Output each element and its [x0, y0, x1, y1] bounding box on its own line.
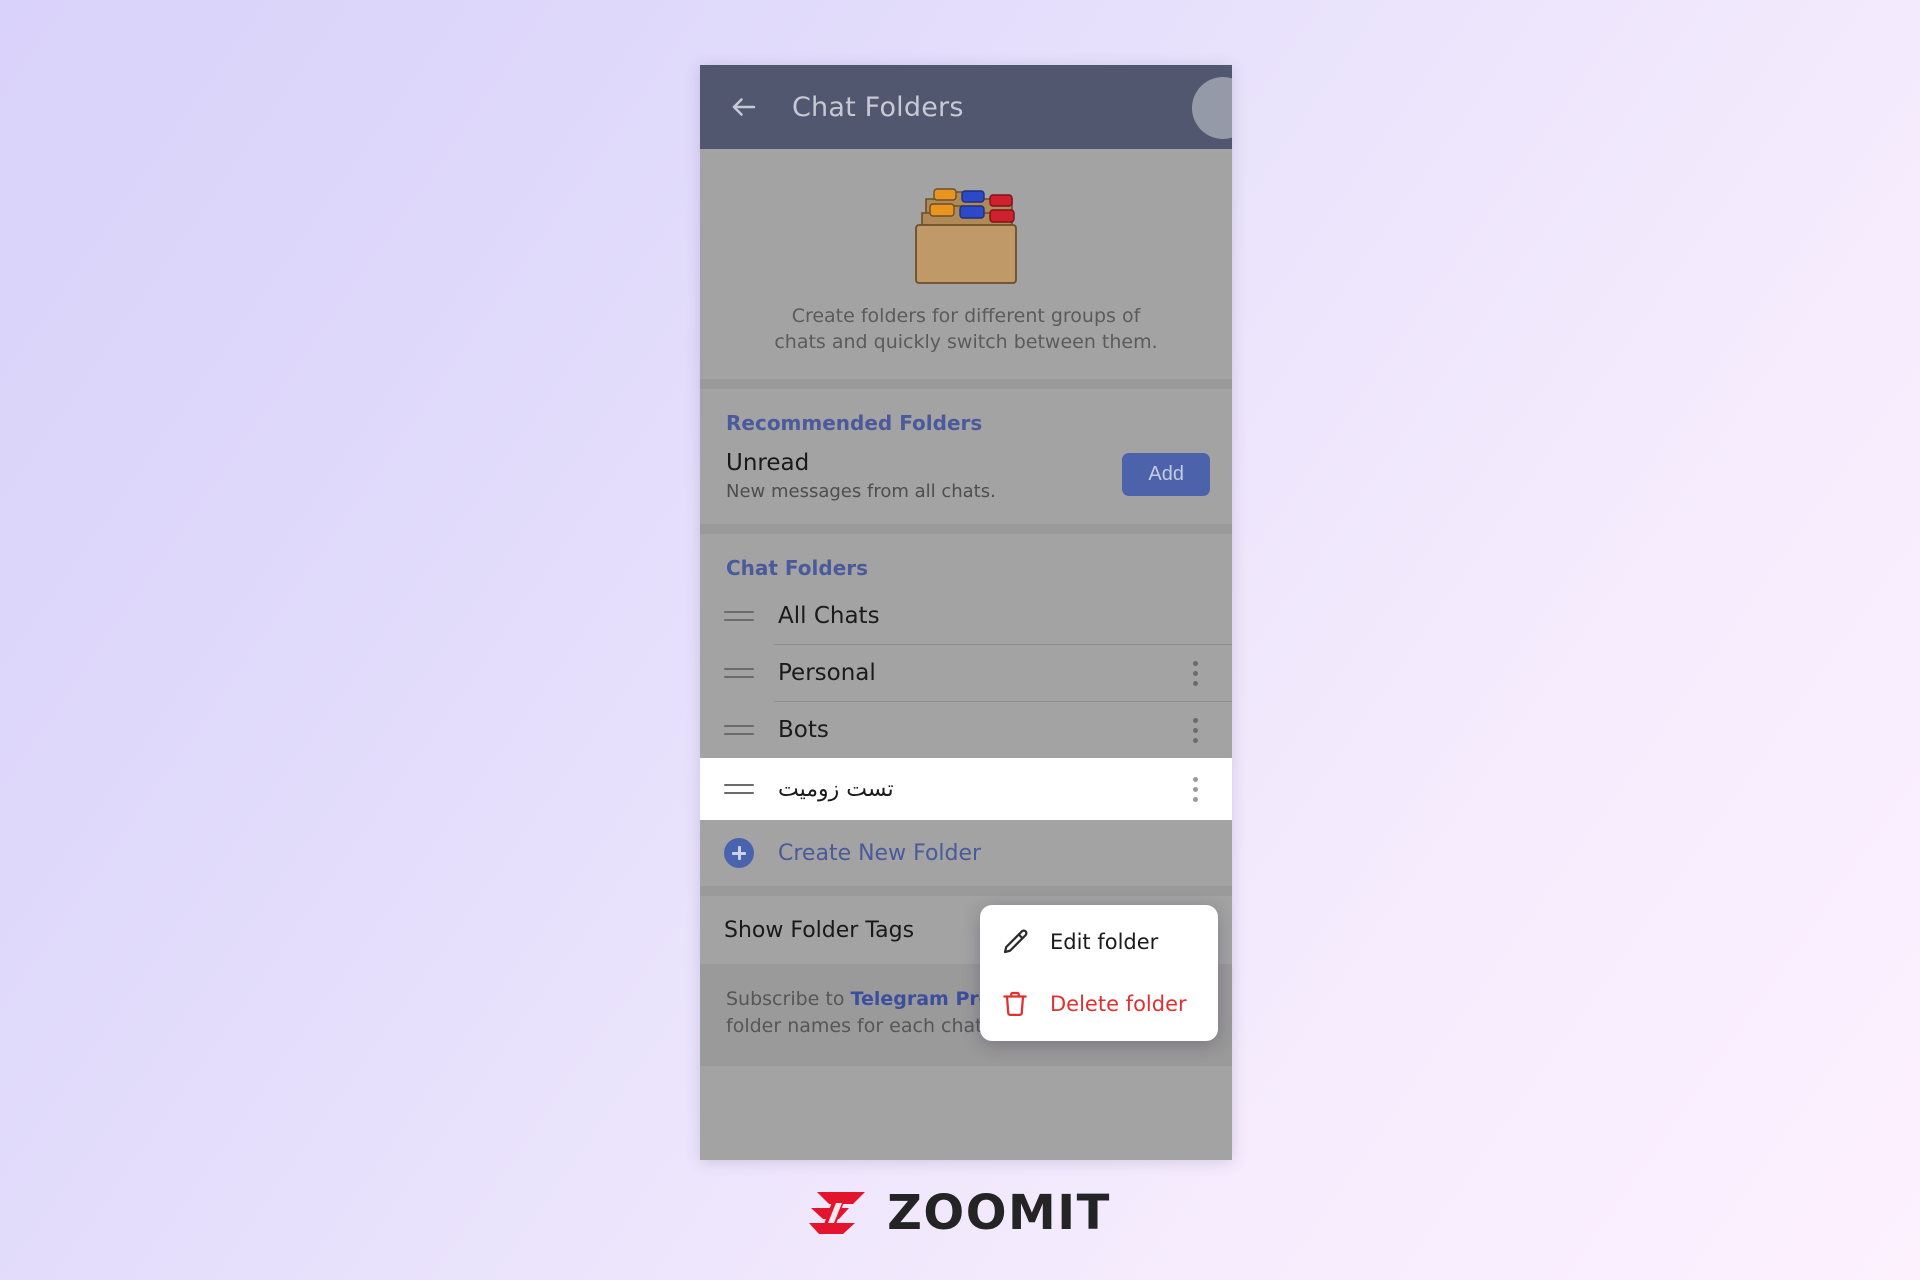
folder-box-illustration [915, 188, 1017, 284]
folder-row-personal[interactable]: Personal [700, 645, 1232, 701]
folder-row-bots[interactable]: Bots [700, 702, 1232, 758]
folder-name: All Chats [778, 603, 880, 629]
recommended-section-title: Recommended Folders [726, 411, 983, 435]
trash-icon [1000, 989, 1030, 1019]
chat-folders-section: Chat Folders All Chats Personal Bots تست… [700, 534, 1232, 886]
drag-handle-icon[interactable] [724, 719, 754, 741]
recommended-folder-name: Unread [726, 450, 810, 476]
folder-name: تست زومیت [778, 776, 894, 802]
hero-section: Create folders for different groups of c… [700, 149, 1232, 379]
section-divider-2 [700, 524, 1232, 534]
arrow-left-icon [732, 98, 756, 116]
add-folder-button[interactable]: Add [1122, 453, 1210, 496]
section-divider-3 [700, 886, 1232, 896]
hero-caption: Create folders for different groups of c… [774, 305, 1158, 353]
chat-folders-section-title: Chat Folders [726, 556, 869, 580]
folder-row-selected[interactable]: تست زومیت [700, 758, 1232, 820]
show-folder-tags-label: Show Folder Tags [724, 917, 915, 943]
drag-handle-icon[interactable] [724, 778, 754, 800]
recommended-folder-row: Unread New messages from all chats. Add [700, 443, 1232, 524]
zoomit-wordmark: ZOOMIT [887, 1185, 1111, 1241]
recommended-texts: Unread New messages from all chats. [726, 447, 1122, 502]
create-new-folder-label: Create New Folder [778, 840, 982, 866]
menu-item-edit-folder[interactable]: Edit folder [980, 911, 1218, 973]
app-bar: Chat Folders [700, 65, 1232, 149]
folder-name: Bots [778, 717, 829, 743]
menu-item-delete-folder[interactable]: Delete folder [980, 973, 1218, 1035]
recommended-folder-subtitle: New messages from all chats. [726, 481, 996, 502]
premium-note-prefix: Subscribe to [726, 988, 851, 1010]
recommended-folders-section: Recommended Folders Unread New messages … [700, 389, 1232, 524]
folder-options-icon[interactable] [1180, 713, 1210, 747]
plus-circle-icon [724, 838, 754, 868]
create-new-folder-row[interactable]: Create New Folder [700, 820, 1232, 886]
zoomit-watermark: ZOOMIT [0, 1185, 1920, 1241]
section-divider [700, 379, 1232, 389]
pencil-icon [1000, 927, 1030, 957]
folder-name: Personal [778, 660, 876, 686]
back-arrow-icon[interactable] [718, 81, 770, 133]
drag-handle-icon[interactable] [724, 605, 754, 627]
appbar-ripple-circle [1192, 77, 1232, 139]
appbar-scrim [700, 65, 1232, 149]
menu-item-label: Delete folder [1050, 992, 1187, 1016]
folder-name-wrapper: تست زومیت [778, 777, 1180, 802]
folder-options-icon-active[interactable] [1180, 772, 1210, 806]
folder-options-icon[interactable] [1180, 656, 1210, 690]
menu-item-label: Edit folder [1050, 930, 1159, 954]
page-title: Chat Folders [792, 91, 964, 123]
folder-row-all-chats[interactable]: All Chats [700, 588, 1232, 644]
drag-handle-icon[interactable] [724, 662, 754, 684]
folder-context-menu: Edit folder Delete folder [980, 905, 1218, 1041]
zoomit-z-logo [809, 1192, 866, 1234]
